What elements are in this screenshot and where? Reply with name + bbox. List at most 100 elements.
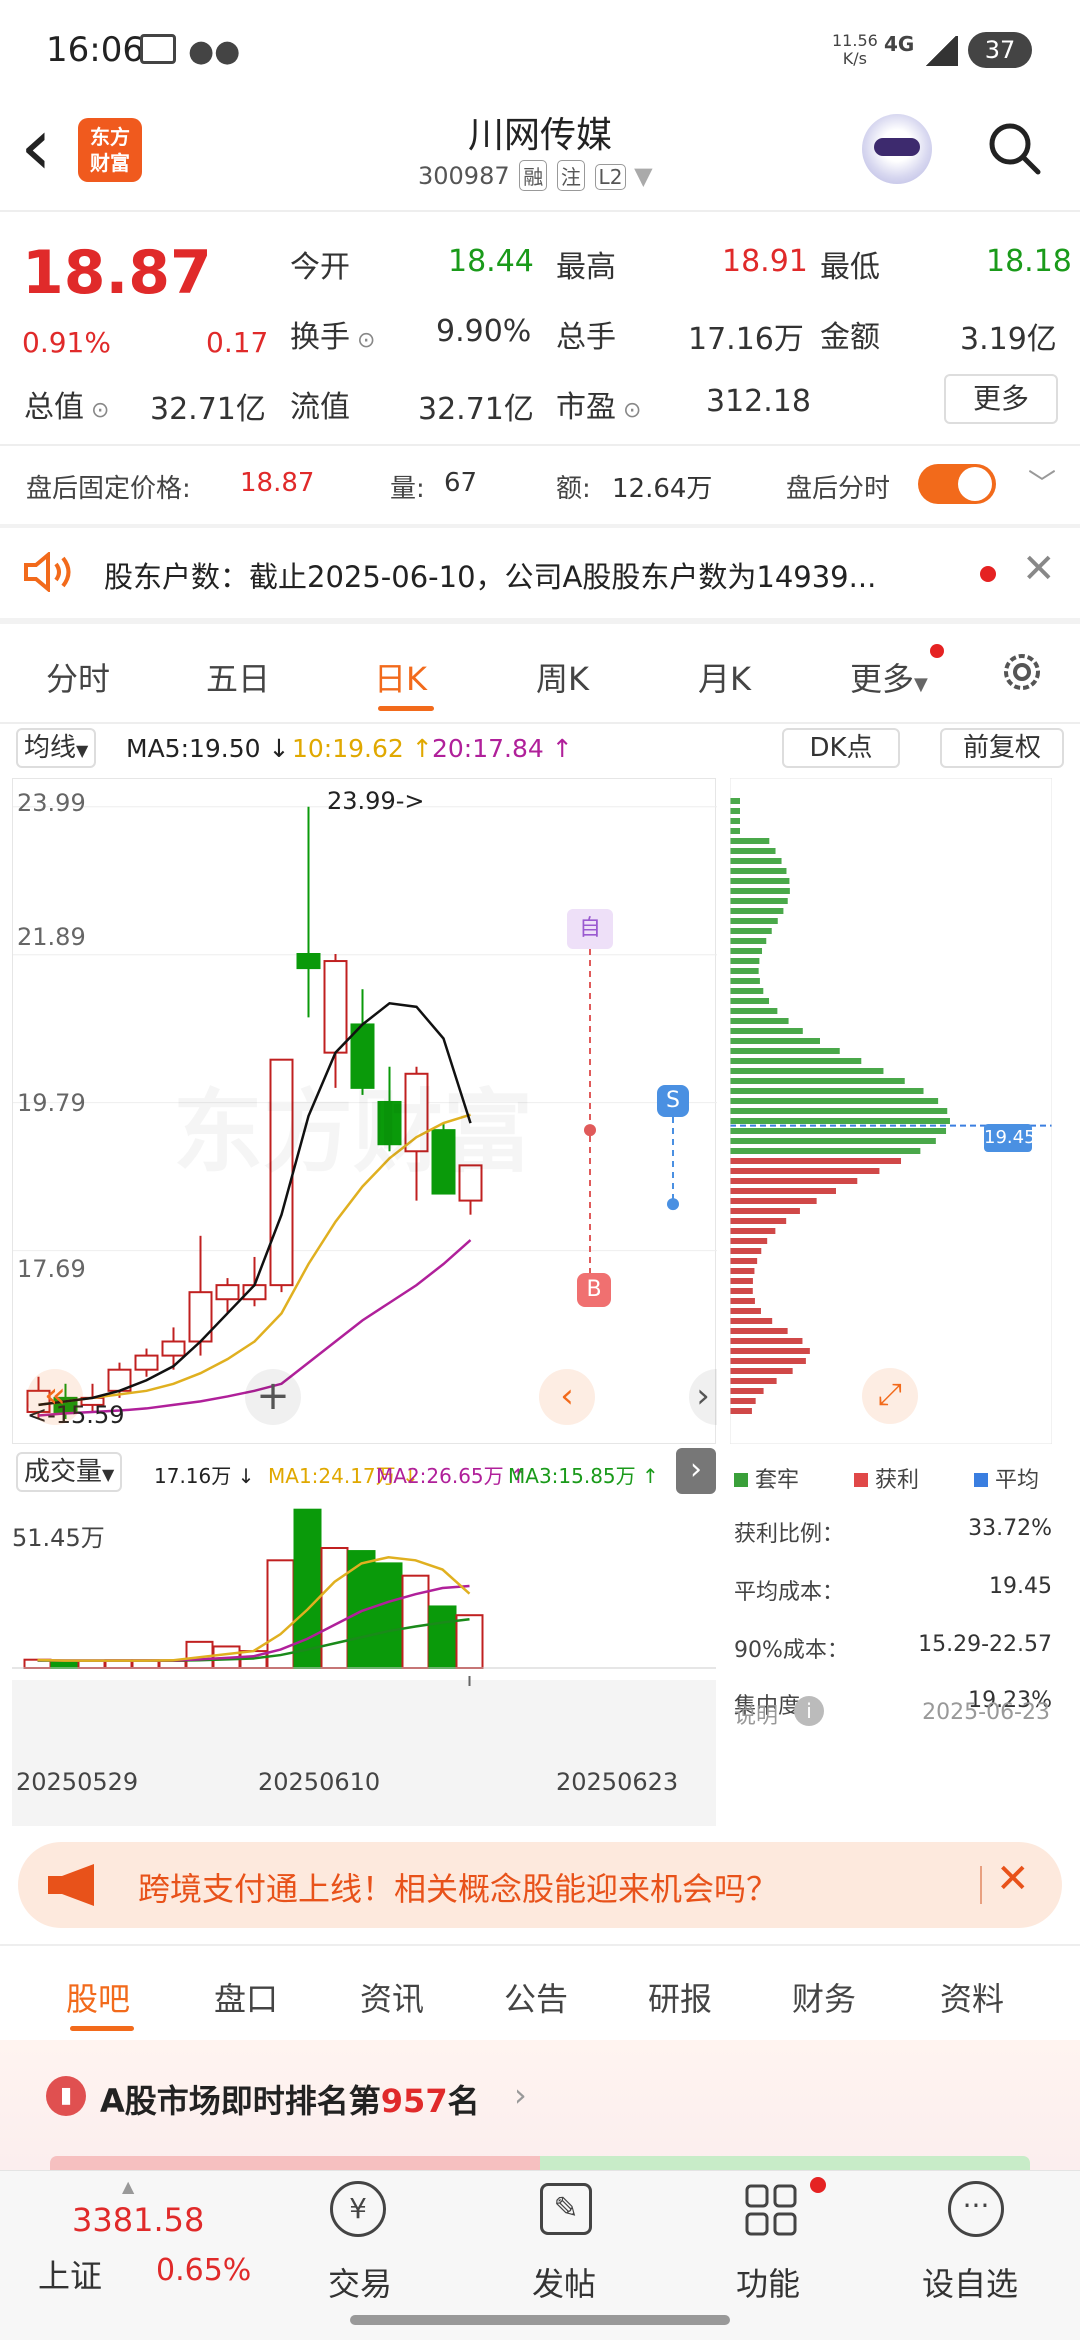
- more-button[interactable]: 更多: [944, 374, 1058, 424]
- chip-bar: [730, 1118, 950, 1124]
- chip-bar: [730, 1188, 836, 1194]
- chip-bar: [730, 1018, 789, 1024]
- chip-bar: [730, 1408, 752, 1414]
- tab-monthly-k[interactable]: 月K: [698, 654, 751, 700]
- chip-bar: [730, 1288, 753, 1294]
- post-icon[interactable]: ✎: [540, 2183, 592, 2235]
- volume-select[interactable]: 成交量▼: [16, 1452, 123, 1492]
- tab-announcements[interactable]: 公告: [504, 1974, 568, 2020]
- tab-finance[interactable]: 财务: [792, 1974, 856, 2020]
- field-turnover-label[interactable]: 换手 ⊙: [290, 312, 375, 356]
- tab-active-indicator: [378, 706, 434, 711]
- net-speed-value: 11.56: [832, 31, 878, 50]
- trade-icon[interactable]: ¥: [330, 2181, 386, 2237]
- marker-buy[interactable]: B: [577, 1273, 611, 1307]
- ad-close-icon[interactable]: ✕: [996, 1856, 1030, 1902]
- back-button[interactable]: ‹: [20, 102, 52, 192]
- chip-bar: [730, 1228, 776, 1234]
- tab-research[interactable]: 研报: [648, 1974, 712, 2020]
- notice-bar[interactable]: 股东户数：截止2025-06-10，公司A股股东户数为14939... ✕: [0, 528, 1080, 618]
- field-low-label: 最低: [820, 250, 880, 285]
- chip-bar: [730, 1328, 788, 1334]
- tab-intraday[interactable]: 分时: [46, 654, 110, 700]
- sell-point-dot: [667, 1198, 679, 1211]
- rank-row[interactable]: ▮ A股市场即时排名第957名 ›: [0, 2040, 1080, 2170]
- legend-trapped-swatch: [734, 1473, 748, 1487]
- features-icon[interactable]: [744, 2183, 798, 2237]
- add-watchlist-icon[interactable]: ···: [948, 2181, 1004, 2237]
- field-pe-label[interactable]: 市盈 ⊙: [556, 382, 641, 426]
- tab-more[interactable]: 更多▼: [850, 654, 928, 700]
- volume-label: 成交量: [24, 1457, 103, 1487]
- tab-daily-k[interactable]: 日K: [374, 654, 427, 700]
- indicator-bar: 均线▼ MA5:19.50 ↓ 10:19.62 ↑ 20:17.84 ↑ DK…: [0, 724, 1080, 776]
- chip-bar: [730, 1298, 755, 1304]
- notice-text: 股东户数：截止2025-06-10，公司A股股东户数为14939...: [104, 560, 877, 594]
- nav-trade[interactable]: 交易: [328, 2259, 392, 2305]
- pe-label-text: 市盈: [556, 390, 616, 425]
- badge-watch: 注: [556, 160, 585, 191]
- tab-five-day[interactable]: 五日: [206, 654, 270, 700]
- marker-sell[interactable]: S: [657, 1085, 689, 1117]
- vol-ma2-text: MA2:26.65万: [376, 1464, 504, 1488]
- speaker-icon: [22, 550, 76, 594]
- badge-margin: 融: [519, 160, 548, 191]
- field-turnover-value: 9.90%: [436, 314, 532, 349]
- tab-weekly-k[interactable]: 周K: [536, 654, 589, 700]
- robot-avatar[interactable]: [862, 114, 932, 184]
- avg-cost-value: 19.45: [989, 1574, 1052, 1599]
- caret-down-icon: ▼: [76, 741, 89, 760]
- kline-chart[interactable]: 东方财富 23.99 21.89 19.79 17.69 23.99-> <-1…: [12, 778, 717, 1444]
- nav-add-watchlist[interactable]: 设自选: [922, 2259, 1018, 2305]
- marker-auto[interactable]: 自: [567, 909, 613, 949]
- adjust-button[interactable]: 前复权: [940, 728, 1064, 768]
- chip-bar: [730, 1378, 777, 1384]
- legend-average: 平均: [974, 1462, 1039, 1494]
- battery-level: 37: [984, 36, 1016, 64]
- scroll-left-fast-icon[interactable]: «: [27, 1369, 83, 1425]
- volume-top-label: 51.45万: [12, 1524, 105, 1552]
- candle-body: [161, 1340, 186, 1357]
- tab-pankou[interactable]: 盘口: [214, 1974, 278, 2020]
- volume-chart[interactable]: 51.45万 20250529 20250610 20250623: [12, 1500, 716, 1826]
- candle-body: [215, 1284, 240, 1301]
- tab-profile[interactable]: 资料: [940, 1974, 1004, 2020]
- tab-news[interactable]: 资讯: [360, 1974, 424, 2020]
- crosshair-plus-icon[interactable]: +: [245, 1369, 301, 1425]
- tab-guba[interactable]: 股吧: [66, 1974, 130, 2020]
- volume-value: 17.16万 ↓: [154, 1460, 254, 1489]
- chip-bar: [730, 1308, 761, 1314]
- chip-bar: [730, 988, 764, 994]
- expand-icon[interactable]: ⤢: [862, 1368, 918, 1424]
- after-hours-toggle[interactable]: [918, 464, 996, 504]
- ma-type-select[interactable]: 均线▼: [16, 728, 97, 768]
- ad-banner[interactable]: 跨境支付通上线！相关概念股能迎来机会吗？ ✕: [18, 1842, 1062, 1928]
- stock-code-row[interactable]: 300987 融 注 L2 ▼: [418, 160, 653, 191]
- chevron-down-icon[interactable]: ﹀: [1028, 462, 1056, 502]
- field-open-label: 今开: [290, 250, 350, 285]
- gallery-icon: [140, 34, 176, 64]
- settings-gear-icon[interactable]: [996, 646, 1048, 698]
- chip-bar: [730, 938, 767, 944]
- chip-bar: [730, 848, 776, 854]
- nav-features[interactable]: 功能: [736, 2259, 800, 2305]
- vol-ma3-text: MA3:15.85万: [508, 1464, 636, 1488]
- index-value[interactable]: 3381.58: [72, 2201, 204, 2239]
- chip-note-row[interactable]: 说明 i 2025-06-23: [734, 1694, 1054, 1734]
- profit-ratio-value: 33.72%: [968, 1516, 1052, 1541]
- search-icon[interactable]: [986, 120, 1042, 176]
- megaphone-icon: [44, 1862, 104, 1908]
- field-total-value-label[interactable]: 总值 ⊙: [24, 382, 109, 426]
- collapse-arrow-button[interactable]: ›: [676, 1448, 716, 1494]
- after-hours-amt-label: 额:: [556, 474, 591, 504]
- date-label-2: 20250610: [258, 1768, 381, 1796]
- nav-post[interactable]: 发帖: [532, 2259, 596, 2305]
- dk-point-button[interactable]: DK点: [782, 728, 900, 768]
- scroll-left-icon[interactable]: ‹: [539, 1369, 595, 1425]
- chip-bar: [730, 1078, 905, 1084]
- ma10-value: 10:19.62: [292, 734, 404, 763]
- field-high-value: 18.91: [722, 244, 808, 279]
- field-pe-value: 312.18: [706, 384, 811, 419]
- avg-cost-label: 平均成本：: [734, 1580, 845, 1605]
- close-icon[interactable]: ✕: [1022, 546, 1056, 592]
